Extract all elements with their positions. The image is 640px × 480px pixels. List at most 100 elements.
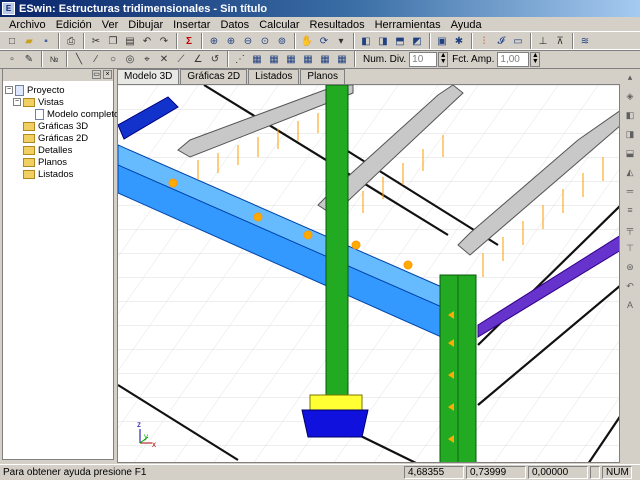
menu-insertar[interactable]: Insertar [168,18,215,32]
collapse-icon[interactable]: − [5,86,13,94]
snap-perp-icon[interactable]: ▦ [300,51,316,67]
tree-item-planos[interactable]: Planos [23,156,67,168]
zoom-icon[interactable]: ⊕ [206,33,222,49]
print-icon[interactable]: ⎙ [63,33,79,49]
panel-close-button[interactable]: × [103,70,112,79]
delete-x-icon[interactable]: ✕ [156,51,172,67]
grid-icon[interactable]: ✱ [451,33,467,49]
measure-icon[interactable]: ▭ [510,33,526,49]
coord-z: 0,00000 [528,466,588,479]
tree-item-graficas-3d[interactable]: Gráficas 3D [23,120,88,132]
circle-icon[interactable]: ○ [105,51,121,67]
tree-item-detalles[interactable]: Detalles [23,144,72,156]
svg-text:z: z [137,420,141,429]
tree-item-graficas-2d[interactable]: Gráficas 2D [23,132,88,144]
support-icon[interactable]: ⊥ [535,33,551,49]
zoom-out-icon[interactable]: ⊖ [240,33,256,49]
pan-hand-icon[interactable]: ✋ [299,33,315,49]
angle-icon[interactable]: ∠ [190,51,206,67]
save-icon[interactable]: ▪ [38,33,54,49]
section-icon[interactable]: 𝓘 [493,33,509,49]
menu-datos[interactable]: Datos [215,18,254,32]
fct-amp-field[interactable]: 1,00 [497,51,530,67]
tee-icon[interactable]: ⊤ [623,241,637,255]
snap-mid-icon[interactable]: ▦ [266,51,282,67]
menu-ayuda[interactable]: Ayuda [446,18,487,32]
bolt-icon[interactable]: ⊛ [623,260,637,274]
copy-icon[interactable]: ❐ [105,33,121,49]
menu-ver[interactable]: Ver [97,18,124,32]
cut-icon[interactable]: ✂ [88,33,104,49]
view-front-icon[interactable]: ◧ [358,33,374,49]
menu-dibujar[interactable]: Dibujar [123,18,168,32]
rotate-icon[interactable]: ↺ [207,51,223,67]
pencil-icon[interactable]: ✎ [21,51,37,67]
equal-icon[interactable]: ≡ [623,203,637,217]
menu-edicion[interactable]: Edición [51,18,97,32]
structure-3d-drawing[interactable]: z y x [118,85,620,463]
undo-icon[interactable]: ↶ [139,33,155,49]
line-icon[interactable]: ╲ [71,51,87,67]
menu-calcular[interactable]: Calcular [254,18,304,32]
open-folder-icon[interactable]: ▰ [21,33,37,49]
load-icon[interactable]: ⫶ [476,33,492,49]
panel-float-button[interactable]: ▭ [92,70,101,79]
text-icon[interactable]: A [623,298,637,312]
tree-item-proyecto[interactable]: − Proyecto [5,84,65,96]
tab-modelo-3d[interactable]: Modelo 3D [117,69,180,84]
tab-planos[interactable]: Planos [300,69,345,84]
num-div-field[interactable]: 10 [409,51,438,67]
polyline-icon[interactable]: ∕ [88,51,104,67]
column-icon[interactable]: ╤ [623,222,637,236]
fct-amp-spinner[interactable]: ▲ ▼ [530,51,541,67]
node-number-icon[interactable]: № [46,51,62,67]
view-top-icon[interactable]: ⬒ [392,33,408,49]
model-3d-viewport[interactable]: z y x [117,84,620,463]
zoom-in-icon[interactable]: ⊕ [223,33,239,49]
paste-icon[interactable]: ▤ [122,33,138,49]
menu-resultados[interactable]: Resultados [305,18,370,32]
folder-open-icon [23,97,35,107]
render-icon[interactable]: ▣ [434,33,450,49]
snap-icon[interactable]: ⋰ [232,51,248,67]
svg-text:x: x [152,440,156,449]
crosshair-icon[interactable]: ⌖ [139,51,155,67]
view-side-icon[interactable]: ◨ [375,33,391,49]
beam-icon[interactable]: ═ [623,184,637,198]
cube-icon[interactable]: ◈ [623,89,637,103]
box-side-icon[interactable]: ◨ [623,127,637,141]
sum-icon[interactable]: Σ [181,33,197,49]
view-dropdown-icon[interactable]: ▾ [333,33,349,49]
tree-item-listados[interactable]: Listados [23,168,73,180]
curve-icon[interactable]: ↶ [623,279,637,293]
diagonal-icon[interactable]: ⟋ [173,51,189,67]
target-icon[interactable]: ◎ [122,51,138,67]
layers-icon[interactable]: ≋ [577,33,593,49]
snap-int-icon[interactable]: ▦ [283,51,299,67]
menu-archivo[interactable]: Archivo [4,18,51,32]
arrow-up-icon[interactable]: ▴ [623,70,637,84]
menu-herramientas[interactable]: Herramientas [370,18,446,32]
base-plate [309,394,363,411]
zoom-all-icon[interactable]: ⊚ [274,33,290,49]
box-front-icon[interactable]: ◧ [623,108,637,122]
view-iso-icon[interactable]: ◩ [409,33,425,49]
zoom-window-icon[interactable]: ⊙ [257,33,273,49]
snap-grid-icon[interactable]: ▦ [334,51,350,67]
select-icon[interactable]: ▫ [4,51,20,67]
new-file-icon[interactable]: □ [4,33,20,49]
tree-item-modelo-completo[interactable]: Modelo completo [35,108,119,120]
node-icon[interactable]: ⊼ [552,33,568,49]
tab-listados[interactable]: Listados [248,69,300,84]
snap-end-icon[interactable]: ▦ [249,51,265,67]
redo-icon[interactable]: ↷ [156,33,172,49]
tree-item-vistas[interactable]: − Vistas [13,96,64,108]
collapse-icon[interactable]: − [13,98,21,106]
box-top-icon[interactable]: ⬓ [623,146,637,160]
orbit-icon[interactable]: ⟳ [316,33,332,49]
num-div-spinner[interactable]: ▲ ▼ [438,51,449,67]
folder-icon [23,121,35,131]
snap-near-icon[interactable]: ▦ [317,51,333,67]
tab-graficas-2d[interactable]: Gráficas 2D [180,69,248,84]
wedge-icon[interactable]: ◭ [623,165,637,179]
